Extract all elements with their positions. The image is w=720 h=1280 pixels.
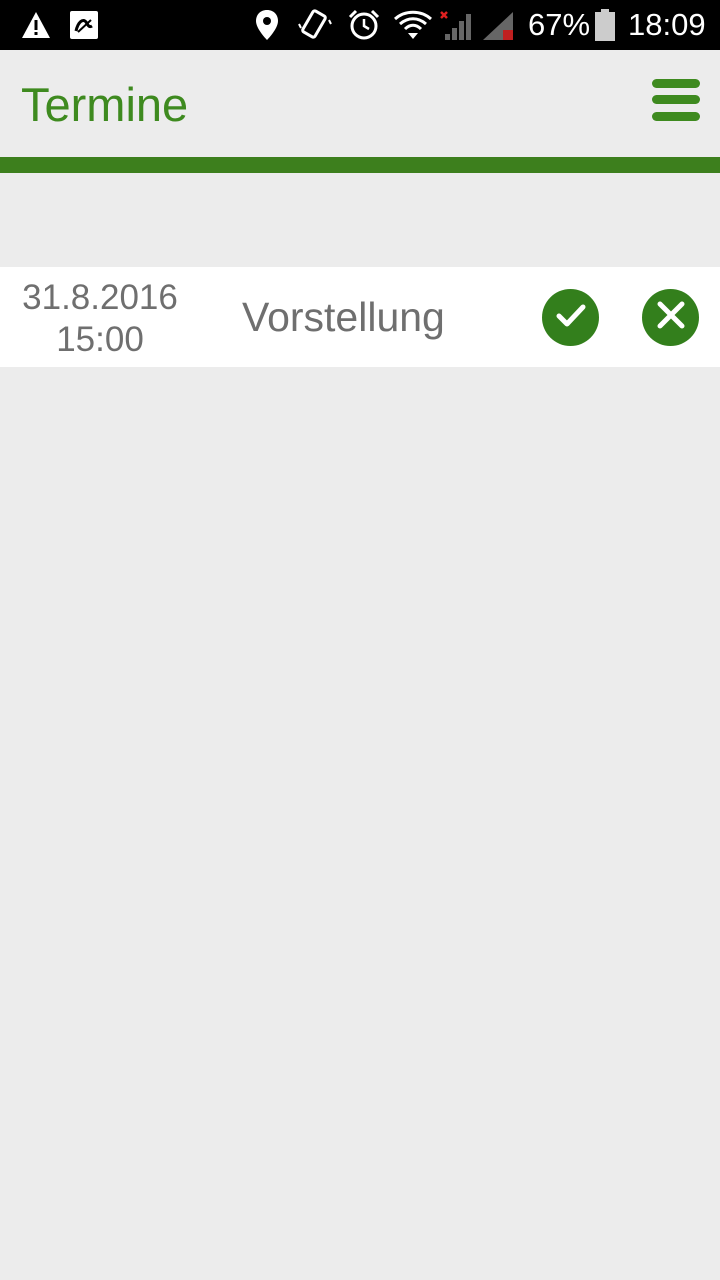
check-icon (554, 298, 588, 337)
alarm-icon (346, 0, 382, 50)
battery-icon (594, 0, 616, 50)
status-bar: 67% 18:09 (0, 0, 720, 50)
menu-button[interactable] (648, 74, 704, 126)
appointment-row[interactable]: 31.8.2016 15:00 Vorstellung (0, 267, 720, 367)
page-title: Termine (21, 78, 189, 131)
app-notification-icon (68, 0, 100, 50)
appointment-time: 15:00 (56, 320, 144, 359)
close-icon (656, 300, 686, 335)
location-icon (254, 0, 280, 50)
battery-percent: 67% (528, 7, 591, 42)
decline-button[interactable] (642, 289, 699, 346)
appointment-datetime: 31.8.2016 15:00 (0, 277, 200, 361)
signal-icon (438, 0, 476, 50)
appointment-title: Vorstellung (242, 294, 445, 340)
accept-button[interactable] (542, 289, 599, 346)
app-header: Termine (0, 50, 720, 157)
vibrate-icon (298, 0, 332, 50)
header-divider (0, 157, 720, 173)
clock: 18:09 (628, 7, 706, 42)
appointment-date: 31.8.2016 (22, 278, 178, 317)
warning-icon (20, 0, 52, 50)
signal-icon-2 (480, 0, 518, 50)
wifi-icon (392, 0, 434, 50)
